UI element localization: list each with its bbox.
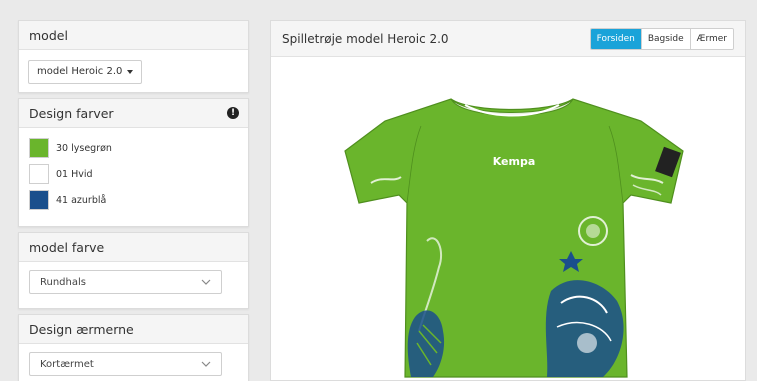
sleeve-select[interactable]: Kortærmet [29, 352, 222, 376]
design-colors-panel: Design farver ! 30 lysegrøn 01 Hvid 41 a… [18, 98, 249, 227]
model-panel-title: model [19, 21, 248, 50]
preview-title: Spilletrøje model Heroic 2.0 [282, 31, 449, 46]
tab-aermer[interactable]: Ærmer [689, 28, 733, 49]
caret-down-icon [127, 69, 134, 74]
color-swatch-0[interactable] [29, 138, 49, 158]
exclamation-circle-icon[interactable]: ! [227, 107, 239, 119]
model-color-panel: model farve Rundhals [18, 232, 249, 309]
design-colors-title: Design farver [29, 106, 114, 121]
preview-panel: Spilletrøje model Heroic 2.0 Forsiden Ba… [270, 20, 746, 381]
model-color-title: model farve [19, 233, 248, 262]
neckline-select-value: Rundhals [40, 276, 86, 288]
chevron-down-icon [201, 279, 211, 285]
chevron-down-icon [201, 361, 211, 367]
swatch-label: 30 lysegrøn [56, 142, 112, 154]
configurator-sidebar: model model Heroic 2.0 Design farver ! 3… [18, 20, 249, 381]
color-swatch-item[interactable]: 01 Hvid [29, 161, 238, 187]
neckline-select[interactable]: Rundhals [29, 270, 222, 294]
shirt-preview-image: Kempa [341, 91, 687, 381]
swatch-label: 41 azurblå [56, 194, 107, 206]
color-swatch-1[interactable] [29, 164, 49, 184]
model-panel: model model Heroic 2.0 [18, 20, 249, 93]
model-dropdown-label: model Heroic 2.0 [37, 66, 123, 77]
sleeve-design-panel: Design ærmerne Kortærmet [18, 314, 249, 381]
color-swatch-item[interactable]: 41 azurblå [29, 187, 238, 213]
shirt-brand-logo: Kempa [493, 155, 536, 168]
swatch-label: 01 Hvid [56, 168, 93, 180]
tab-forsiden[interactable]: Forsiden [590, 28, 641, 49]
view-tabs: Forsiden Bagside Ærmer [589, 27, 734, 50]
color-swatch-item[interactable]: 30 lysegrøn [29, 135, 238, 161]
sleeve-select-value: Kortærmet [40, 358, 94, 370]
sleeve-design-title: Design ærmerne [19, 315, 248, 344]
tab-bagside[interactable]: Bagside [640, 28, 690, 49]
color-swatch-2[interactable] [29, 190, 49, 210]
model-dropdown-button[interactable]: model Heroic 2.0 [28, 59, 143, 84]
